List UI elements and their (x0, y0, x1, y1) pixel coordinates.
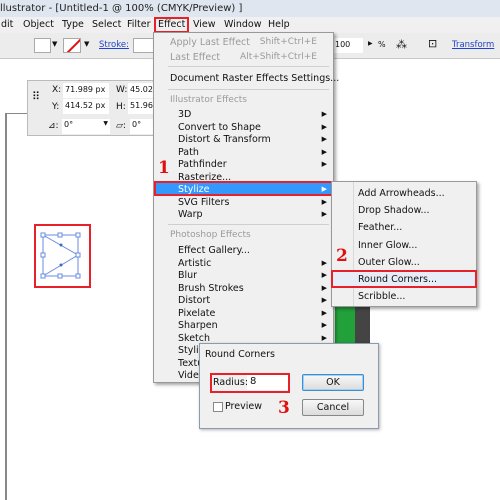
w-label: W: (116, 85, 128, 95)
h-label: H: (116, 102, 126, 112)
submenu-arrow-icon: ▶ (321, 333, 327, 342)
submenu-item-scribble[interactable]: Scribble... (358, 291, 405, 302)
rotate-icon: ⊿: (48, 121, 59, 131)
step-3-label: 3 (278, 398, 290, 418)
y-label: Y: (52, 102, 60, 112)
ok-button[interactable]: OK (302, 374, 364, 391)
submenu-arrow-icon: ▶ (321, 160, 327, 168)
menu-edit[interactable]: dit (0, 18, 16, 31)
x-label: X: (52, 85, 62, 95)
preview-checkbox[interactable] (213, 402, 223, 412)
fill-swatch[interactable] (34, 38, 51, 53)
menu-item-effect-gallery[interactable]: Effect Gallery... (178, 245, 250, 256)
submenu-arrow-icon: ▶ (321, 185, 327, 193)
separator (168, 66, 329, 67)
shortcut: Shift+Ctrl+E (259, 37, 317, 47)
selected-triangle[interactable] (40, 230, 84, 280)
submenu-arrow-icon: ▶ (321, 197, 327, 206)
submenu-item-add-arrowheads[interactable]: Add Arrowheads... (358, 188, 445, 199)
radius-input[interactable]: 8 (247, 375, 288, 390)
radius-label: Radius: (213, 377, 249, 388)
submenu-item-drop-shadow[interactable]: Drop Shadow... (358, 205, 430, 216)
reference-point-icon[interactable]: ⠿ (32, 90, 40, 103)
rotate-value: 0° (64, 120, 74, 129)
percent-label: % (378, 40, 386, 49)
preview-label: Preview (225, 401, 262, 412)
submenu-arrow-icon: ▶ (321, 210, 327, 218)
menu-effect[interactable]: Effect (154, 17, 190, 33)
submenu-arrow-icon: ▶ (321, 308, 327, 317)
menu-bar: dit Object Type Select Filter Effect Vie… (0, 17, 500, 33)
submenu-item-inner-glow[interactable]: Inner Glow... (358, 240, 417, 251)
submenu-arrow-icon: ▶ (321, 135, 327, 143)
window-title: llustrator - [Untitled-1 @ 100% (CMYK/Pr… (0, 3, 243, 14)
menu-item-sharpen[interactable]: Sharpen (178, 320, 218, 331)
menu-item-artistic[interactable]: Artistic (178, 258, 211, 269)
submenu-item-round-corners[interactable]: Round Corners... (358, 274, 437, 285)
section-header: Photoshop Effects (170, 230, 251, 240)
menu-item-distort[interactable]: Distort (178, 295, 210, 306)
stylize-submenu: Add Arrowheads... Drop Shadow... Feather..… (331, 181, 477, 307)
submenu-arrow-icon: ▶ (321, 283, 327, 292)
menu-item-last-effect[interactable]: Last Effect (170, 52, 220, 63)
submenu-arrow-icon: ▶ (321, 147, 327, 156)
menu-item-convert-to-shape[interactable]: Convert to Shape (178, 122, 261, 133)
submenu-item-outer-glow[interactable]: Outer Glow... (358, 257, 420, 268)
round-corners-dialog: Round Corners Radius: 8 Preview 3 OK Can… (199, 343, 379, 429)
separator (168, 224, 329, 225)
artboard-edge (5, 113, 7, 500)
shortcut: Alt+Shift+Ctrl+E (240, 52, 317, 62)
menu-filter[interactable]: Filter (124, 18, 154, 31)
menu-item-raster-settings[interactable]: Document Raster Effects Settings... (170, 73, 339, 84)
step-2-label: 2 (336, 246, 348, 266)
menu-item-pathfinder[interactable]: Pathfinder (178, 159, 227, 170)
opacity-arrow-icon[interactable]: ▶ (368, 40, 373, 47)
y-field[interactable]: 414.52 px (63, 99, 109, 114)
submenu-arrow-icon: ▶ (321, 258, 327, 267)
opacity-field[interactable]: 100 (333, 38, 363, 53)
step-1-label: 1 (158, 158, 170, 178)
menu-help[interactable]: Help (265, 18, 293, 31)
shear-icon: ▱: (116, 121, 126, 131)
menu-window[interactable]: Window (221, 18, 264, 31)
cancel-button[interactable]: Cancel (302, 399, 364, 416)
menu-item-blur[interactable]: Blur (178, 270, 197, 281)
effect-menu: Apply Last Effect Shift+Ctrl+E Last Effe… (153, 32, 339, 383)
submenu-arrow-icon: ▶ (321, 271, 327, 279)
select-similar-icon[interactable]: ⁂ (396, 38, 407, 51)
stroke-link[interactable]: Stroke: (99, 40, 129, 50)
menu-item-svg-filters[interactable]: SVG Filters (178, 197, 229, 208)
menu-item-3d[interactable]: 3D (178, 109, 191, 120)
menu-type[interactable]: Type (59, 18, 87, 31)
menu-object[interactable]: Object (20, 18, 57, 31)
x-field[interactable]: 71.989 px (63, 83, 109, 98)
submenu-arrow-icon: ▶ (321, 321, 327, 329)
menu-view[interactable]: View (190, 18, 219, 31)
menu-item-brush-strokes[interactable]: Brush Strokes (178, 283, 244, 294)
title-bar: llustrator - [Untitled-1 @ 100% (CMYK/Pr… (0, 0, 500, 17)
menu-item-sketch[interactable]: Sketch (178, 333, 210, 344)
stroke-swatch[interactable] (63, 38, 81, 53)
separator (168, 89, 329, 90)
fill-dropdown-icon[interactable]: ▼ (52, 40, 57, 48)
section-header: Illustrator Effects (170, 95, 247, 105)
menu-item-warp[interactable]: Warp (178, 209, 203, 220)
menu-item-path[interactable]: Path (178, 147, 199, 158)
transform-panel: ⠿ X: 71.989 px W: 45.022 Y: 414.52 px H:… (27, 80, 162, 136)
transform-link[interactable]: Transform (452, 40, 494, 50)
align-icon[interactable]: ⊡ (428, 37, 437, 50)
menu-item-pixelate[interactable]: Pixelate (178, 308, 215, 319)
submenu-arrow-icon: ▶ (321, 122, 327, 131)
menu-item-apply-last-effect[interactable]: Apply Last Effect (170, 37, 250, 48)
stroke-dropdown-icon[interactable]: ▼ (84, 40, 89, 48)
dialog-title: Round Corners (205, 349, 275, 360)
menu-select[interactable]: Select (89, 18, 124, 31)
rotate-field[interactable]: 0° ▼ (62, 119, 110, 134)
stroke-weight-field[interactable] (133, 38, 155, 53)
submenu-item-feather[interactable]: Feather... (358, 222, 402, 233)
menu-item-stylize[interactable]: Stylize (178, 184, 210, 195)
menu-item-distort-transform[interactable]: Distort & Transform (178, 134, 271, 145)
submenu-arrow-icon: ▶ (321, 110, 327, 118)
submenu-arrow-icon: ▶ (321, 296, 327, 304)
